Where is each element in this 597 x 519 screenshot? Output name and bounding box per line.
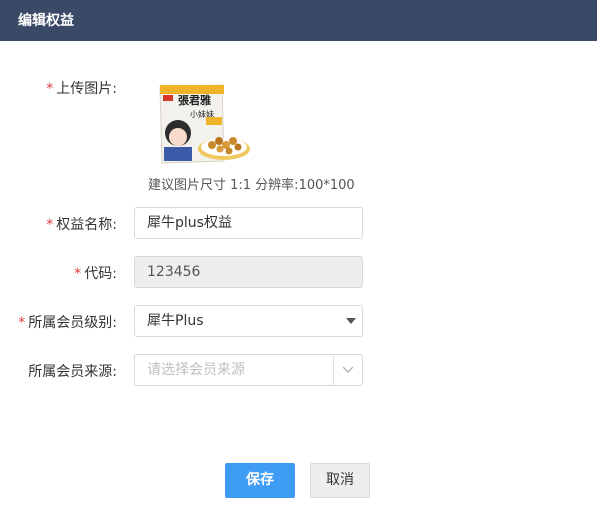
upload-hint: 建议图片尺寸 1:1 分辨率:100*100 [148,178,355,193]
name-input[interactable]: 犀牛plus权益 [134,207,363,239]
source-select[interactable]: 请选择会员来源 [134,354,363,386]
source-label: 所属会员来源: [28,364,117,380]
product-image[interactable]: 張君雅 小妹妹 [154,83,252,165]
select-divider [333,355,334,385]
caret-down-icon [346,318,356,324]
required-mark: * [46,217,54,233]
source-placeholder: 请选择会员来源 [147,362,245,378]
required-mark: * [18,315,26,331]
level-selected-value: 犀牛Plus [147,313,204,329]
code-input: 123456 [134,256,363,288]
save-button[interactable]: 保存 [225,463,295,498]
dialog-header: 编辑权益 [0,0,597,41]
required-mark: * [46,81,54,97]
required-mark: * [74,266,82,282]
cancel-button[interactable]: 取消 [310,463,370,498]
level-select[interactable]: 犀牛Plus [134,305,363,337]
dialog-title: 编辑权益 [18,13,74,29]
level-label: * 所属会员级别: [18,315,117,331]
product-brand-text: 張君雅 [178,93,211,107]
name-label: * 权益名称: [46,217,117,233]
code-label: * 代码: [74,266,117,282]
chevron-down-icon [342,366,354,373]
upload-label: * 上传图片: [46,81,117,97]
